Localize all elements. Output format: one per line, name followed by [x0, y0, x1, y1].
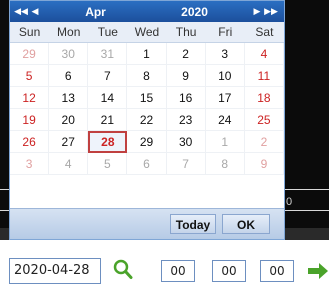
calendar-day[interactable]: 30 [49, 43, 89, 65]
nav-right: ▶ ▶▶ [245, 6, 284, 17]
arrow-right-icon[interactable] [307, 261, 329, 281]
minute-input[interactable]: 00 [212, 260, 246, 282]
calendar-day[interactable]: 18 [244, 87, 284, 109]
calendar-day[interactable]: 8 [205, 153, 245, 175]
nav-left: ◀◀ ◀ [10, 6, 47, 17]
calendar-day[interactable]: 29 [127, 131, 167, 153]
calendar-day[interactable]: 3 [10, 153, 50, 175]
weekday-label: Sun [18, 25, 41, 39]
calendar-day[interactable]: 16 [166, 87, 206, 109]
calendar-day[interactable]: 21 [88, 109, 128, 131]
weekday-label: Tue [97, 25, 118, 39]
calendar-day[interactable]: 9 [166, 65, 206, 87]
calendar-day[interactable]: 5 [10, 65, 50, 87]
calendar-day[interactable]: 14 [88, 87, 128, 109]
today-button[interactable]: Today [170, 214, 216, 234]
calendar-day[interactable]: 12 [10, 87, 50, 109]
calendar-day[interactable]: 15 [127, 87, 167, 109]
side-label: 0 [286, 196, 293, 208]
calendar-day[interactable]: 7 [88, 65, 128, 87]
second-input[interactable]: 00 [260, 260, 294, 282]
calendar-day[interactable]: 19 [10, 109, 50, 131]
calendar-day[interactable]: 17 [205, 87, 245, 109]
weekday-label: Fri [218, 25, 233, 39]
calendar-popup: ◀◀ ◀ Apr 2020 ▶ ▶▶ Sun Mon Tue Wed Thu F… [9, 0, 285, 240]
calendar-header: ◀◀ ◀ Apr 2020 ▶ ▶▶ [10, 1, 284, 22]
calendar-day[interactable]: 11 [244, 65, 284, 87]
calendar-day[interactable]: 28 [88, 131, 128, 153]
prev-month-button[interactable]: ◀ [28, 6, 42, 17]
calendar-day[interactable]: 1 [127, 43, 167, 65]
calendar-day[interactable]: 1 [205, 131, 245, 153]
calendar-day[interactable]: 8 [127, 65, 167, 87]
weekday-header: Sun Mon Tue Wed Thu Fri Sat [10, 22, 284, 43]
search-icon[interactable] [113, 258, 133, 280]
calendar-day[interactable]: 25 [244, 109, 284, 131]
calendar-day[interactable]: 6 [127, 153, 167, 175]
calendar-day[interactable]: 6 [49, 65, 89, 87]
calendar-day[interactable]: 4 [49, 153, 89, 175]
calendar-day[interactable]: 3 [205, 43, 245, 65]
calendar-day[interactable]: 20 [49, 109, 89, 131]
prev-year-button[interactable]: ◀◀ [14, 6, 28, 17]
calendar-day[interactable]: 24 [205, 109, 245, 131]
weekday-label: Thu [175, 25, 197, 39]
next-year-button[interactable]: ▶▶ [264, 6, 278, 17]
calendar-day[interactable]: 10 [205, 65, 245, 87]
day-grid: 29 30 31 1 2 3 4 5 6 7 8 9 10 11 12 13 14 15 16 17 18 19 20 21 2… [10, 43, 284, 175]
calendar-day[interactable]: 13 [49, 87, 89, 109]
weekday-label: Sat [255, 25, 274, 39]
calendar-day[interactable]: 7 [166, 153, 206, 175]
calendar-day[interactable]: 4 [244, 43, 284, 65]
calendar-day[interactable]: 2 [244, 131, 284, 153]
calendar-day[interactable]: 23 [166, 109, 206, 131]
calendar-day[interactable]: 5 [88, 153, 128, 175]
calendar-day[interactable]: 29 [10, 43, 50, 65]
month-select[interactable]: Apr [47, 5, 144, 19]
calendar-day[interactable]: 31 [88, 43, 128, 65]
date-input[interactable]: 2020-04-28 [9, 258, 101, 284]
year-select[interactable]: 2020 [144, 5, 245, 19]
ok-button[interactable]: OK [222, 214, 270, 234]
calendar-day[interactable]: 26 [10, 131, 50, 153]
weekday-label: Wed [134, 25, 160, 39]
calendar-day[interactable]: 27 [49, 131, 89, 153]
calendar-footer: Today OK [10, 208, 284, 239]
next-month-button[interactable]: ▶ [250, 6, 264, 17]
hour-input[interactable]: 00 [161, 260, 195, 282]
weekday-label: Mon [57, 25, 81, 39]
calendar-day[interactable]: 2 [166, 43, 206, 65]
calendar-day[interactable]: 22 [127, 109, 167, 131]
calendar-day[interactable]: 9 [244, 153, 284, 175]
calendar-day[interactable]: 30 [166, 131, 206, 153]
